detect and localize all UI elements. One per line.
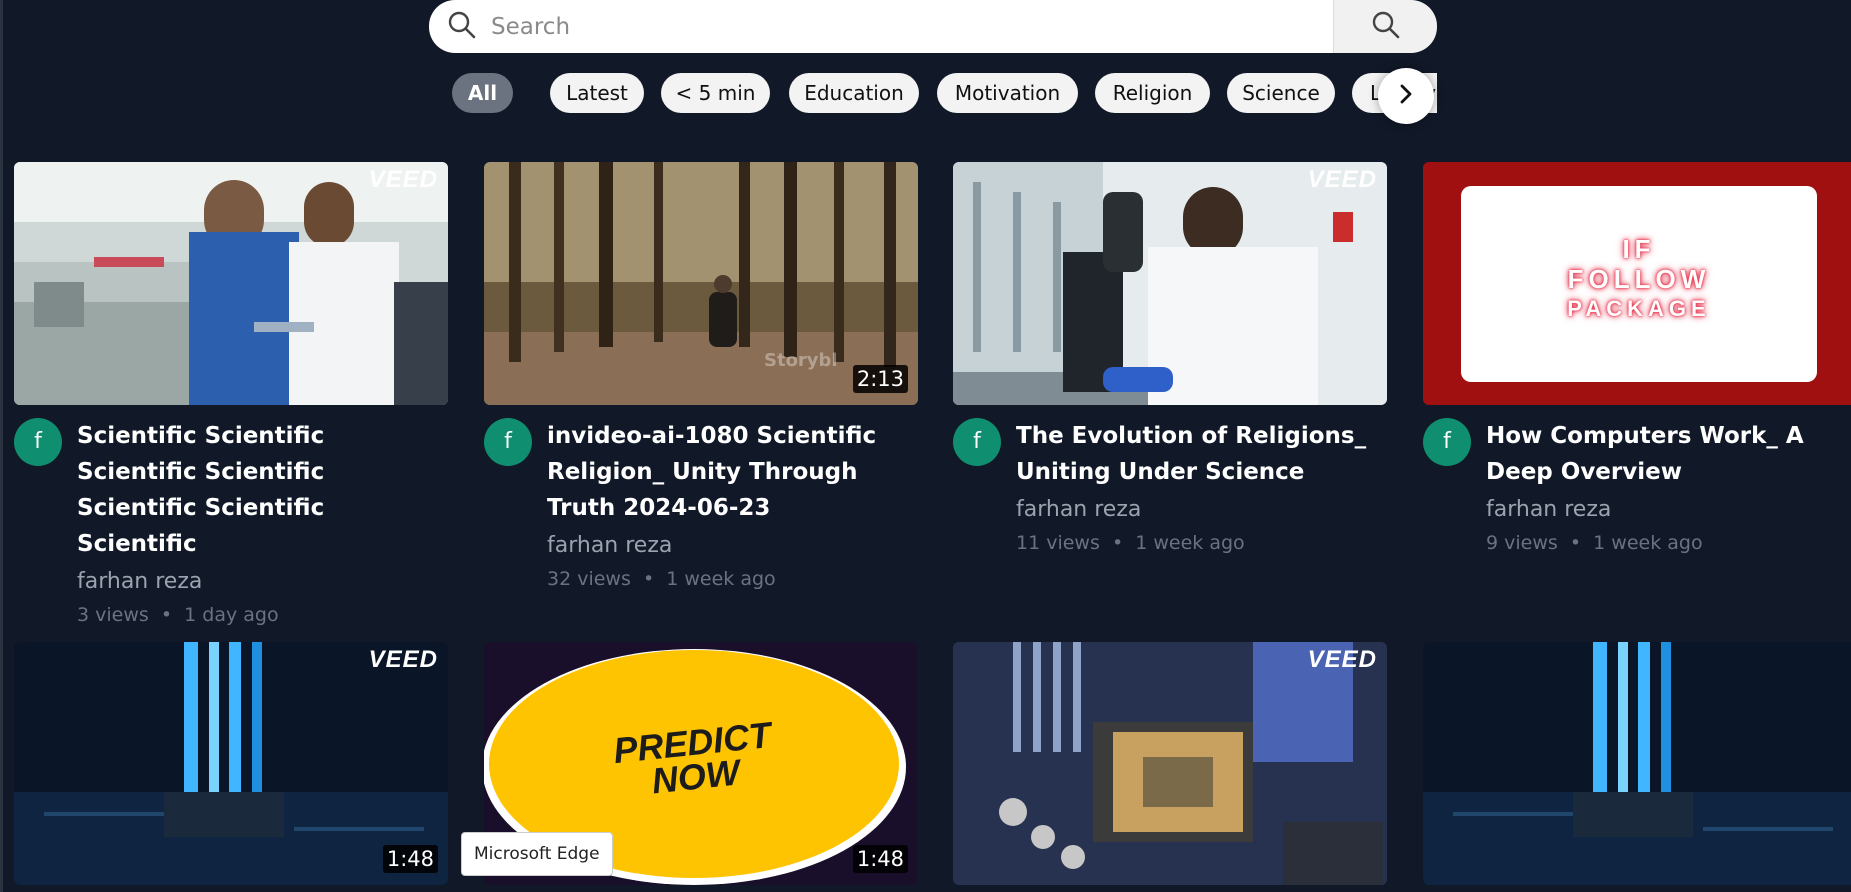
channel-name[interactable]: farhan reza [1486,494,1851,526]
view-count: 11 views [1016,532,1100,554]
video-duration: 2:13 [852,365,908,393]
veed-watermark: VEED [368,166,438,193]
upload-age: 1 week ago [1593,532,1703,554]
search-bar [429,0,1437,53]
search-button[interactable] [1333,0,1437,53]
thumb-text-line: PACKAGE [1567,296,1711,321]
chevron-right-icon [1395,83,1417,109]
chip-all[interactable]: All [452,73,513,113]
chip-education[interactable]: Education [789,73,919,113]
video-title[interactable]: How Computers Work_ A Deep Overview [1486,418,1851,490]
search-icon [447,10,477,44]
veed-watermark: VEED [1307,646,1377,673]
channel-avatar[interactable]: f [1423,418,1471,466]
storyblocks-watermark: Storybl [764,350,838,371]
video-stats: 32 views • 1 week ago [547,564,917,594]
video-stats: 9 views • 1 week ago [1486,528,1851,558]
video-thumbnail[interactable]: VEED [14,162,448,405]
follow-package-text: IF FOLLOW PACKAGE [1461,234,1817,324]
video-title[interactable]: Scientific Scientific Scientific Scienti… [77,418,447,562]
video-thumbnail[interactable] [1423,642,1851,885]
video-stats: 3 views • 1 day ago [77,600,447,630]
video-thumbnail[interactable]: VEED [953,642,1387,885]
tooltip: Microsoft Edge [461,832,613,876]
video-thumbnail[interactable]: Storybl 2:13 [484,162,918,405]
channel-name[interactable]: farhan reza [1016,494,1386,526]
video-title[interactable]: The Evolution of Religions_ Uniting Unde… [1016,418,1386,490]
upload-age: 1 week ago [1135,532,1245,554]
channel-avatar[interactable]: f [484,418,532,466]
separator-dot: • [154,604,179,626]
search-input[interactable] [489,12,1313,41]
channel-name[interactable]: farhan reza [77,566,447,598]
category-chips: All Latest < 5 min Education Motivation … [452,72,1437,116]
channel-avatar[interactable]: f [953,418,1001,466]
veed-watermark: VEED [1307,166,1377,193]
search-field[interactable] [429,0,1333,53]
view-count: 32 views [547,568,631,590]
separator-dot: • [1563,532,1588,554]
window-edge [0,0,3,892]
chip-science[interactable]: Science [1227,73,1335,113]
chip-under-5-min[interactable]: < 5 min [661,73,770,113]
veed-watermark: VEED [368,646,438,673]
upload-age: 1 week ago [666,568,776,590]
chip-religion[interactable]: Religion [1095,73,1210,113]
chip-motivation[interactable]: Motivation [937,73,1078,113]
video-title[interactable]: invideo-ai-1080 Scientific Religion_ Uni… [547,418,917,526]
video-thumbnail[interactable]: VEED 1:48 [14,642,448,885]
upload-age: 1 day ago [184,604,279,626]
view-count: 9 views [1486,532,1558,554]
video-duration: 1:48 [852,845,908,873]
video-thumbnail[interactable]: IF FOLLOW PACKAGE [1423,162,1851,405]
channel-name[interactable]: farhan reza [547,530,917,562]
thumb-text-line: IF [1622,234,1656,264]
video-stats: 11 views • 1 week ago [1016,528,1386,558]
separator-dot: • [636,568,661,590]
channel-avatar[interactable]: f [14,418,62,466]
chip-latest[interactable]: Latest [550,73,644,113]
search-icon [1371,10,1401,44]
video-duration: 1:48 [382,845,438,873]
separator-dot: • [1105,532,1130,554]
view-count: 3 views [77,604,149,626]
chips-next-button[interactable] [1378,68,1434,124]
thumb-text-line: FOLLOW [1567,264,1711,294]
video-thumbnail[interactable]: VEED [953,162,1387,405]
